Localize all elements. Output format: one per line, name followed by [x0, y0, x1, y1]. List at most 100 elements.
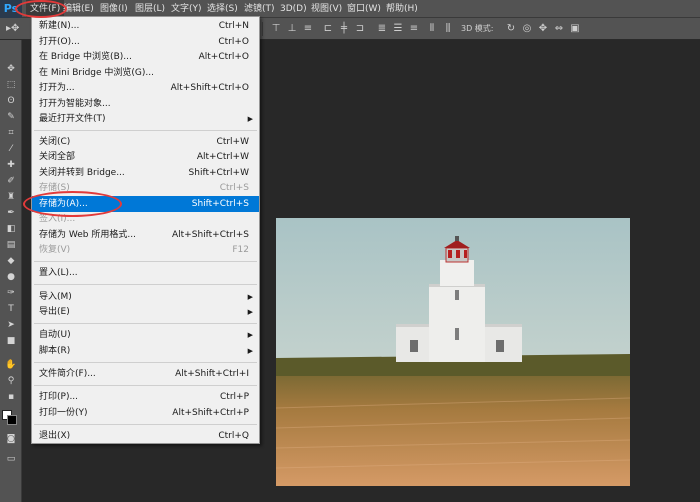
- menu-separator: [34, 261, 257, 262]
- dodge-tool-icon[interactable]: ●: [2, 270, 20, 284]
- menu-item-label: 打印一份(Y): [39, 408, 88, 418]
- menu-item-shortcut: Ctrl+P: [220, 392, 249, 402]
- menu-help[interactable]: 帮助(H): [382, 0, 422, 18]
- menu-item-shortcut: Ctrl+Q: [218, 431, 249, 441]
- menu-item-label: 在 Mini Bridge 中浏览(G)...: [39, 68, 154, 78]
- crop-tool-icon[interactable]: ⌗: [2, 126, 20, 140]
- distribute-middle-icon[interactable]: ☰: [392, 23, 404, 35]
- path-select-tool-icon[interactable]: ➤: [2, 318, 20, 332]
- menu-item-label: 恢复(V): [39, 245, 71, 255]
- menu-item-new[interactable]: 新建(N)... Ctrl+N: [32, 18, 259, 34]
- menu-item-shortcut: Alt+Shift+Ctrl+S: [172, 230, 249, 240]
- align-top-icon[interactable]: ⊤: [270, 23, 282, 35]
- submenu-arrow-icon: ▶: [247, 115, 253, 123]
- menu-item-label: 自动(U): [39, 330, 71, 340]
- healing-brush-tool-icon[interactable]: ✚: [2, 158, 20, 172]
- menu-item-import[interactable]: 导入(M) ▶: [32, 289, 259, 305]
- menu-item-shortcut: Ctrl+S: [219, 183, 249, 193]
- menu-item-close-go-bridge[interactable]: 关闭并转到 Bridge... Shift+Ctrl+W: [32, 165, 259, 181]
- menu-item-browse-bridge[interactable]: 在 Bridge 中浏览(B)... Alt+Ctrl+O: [32, 49, 259, 65]
- 3d-roll-icon[interactable]: ◎: [521, 23, 533, 35]
- menu-window[interactable]: 窗口(W): [343, 0, 385, 18]
- 3d-drag-icon[interactable]: ✥: [537, 23, 549, 35]
- menu-item-label: 在 Bridge 中浏览(B)...: [39, 52, 132, 62]
- menu-item-label: 关闭并转到 Bridge...: [39, 168, 125, 178]
- menu-item-export[interactable]: 导出(E) ▶: [32, 304, 259, 320]
- distribute-right-icon[interactable]: ⫼: [442, 23, 454, 35]
- menu-item-place[interactable]: 置入(L)...: [32, 265, 259, 281]
- submenu-arrow-icon: ▶: [247, 347, 253, 355]
- menu-item-shortcut: Alt+Ctrl+O: [198, 52, 249, 62]
- menu-item-label: 最近打开文件(T): [39, 114, 106, 124]
- options-divider: [262, 22, 263, 36]
- menu-item-exit[interactable]: 退出(X) Ctrl+Q: [32, 428, 259, 444]
- submenu-arrow-icon: ▶: [247, 293, 253, 301]
- zoom-tool-icon[interactable]: ⚲: [2, 374, 20, 388]
- menu-view[interactable]: 视图(V): [307, 0, 346, 18]
- align-bottom-icon[interactable]: ≡: [302, 23, 314, 35]
- rectangle-tool-icon[interactable]: ■: [2, 334, 20, 348]
- menu-item-close[interactable]: 关闭(C) Ctrl+W: [32, 134, 259, 150]
- eyedropper-tool-icon[interactable]: ⁄: [2, 142, 20, 156]
- menu-item-label: 打印(P)...: [39, 392, 79, 402]
- lighthouse-photo-art: [276, 218, 630, 486]
- pen-tool-icon[interactable]: ✑: [2, 286, 20, 300]
- menu-item-browse-mini-bridge[interactable]: 在 Mini Bridge 中浏览(G)...: [32, 65, 259, 81]
- menu-3d[interactable]: 3D(D): [276, 0, 311, 18]
- 3d-slide-icon[interactable]: ⇔: [553, 23, 565, 35]
- menu-item-label: 导出(E): [39, 307, 70, 317]
- menu-item-shortcut: Alt+Shift+Ctrl+O: [170, 83, 249, 93]
- marquee-tool-icon[interactable]: ⬚: [2, 78, 20, 92]
- menu-item-save-for-web[interactable]: 存储为 Web 所用格式... Alt+Shift+Ctrl+S: [32, 227, 259, 243]
- menu-item-scripts[interactable]: 脚本(R) ▶: [32, 343, 259, 359]
- history-brush-tool-icon[interactable]: ✒: [2, 206, 20, 220]
- align-right-icon[interactable]: ⊐: [354, 23, 366, 35]
- file-menu-dropdown: 新建(N)... Ctrl+N 打开(O)... Ctrl+O 在 Bridge 中…: [31, 16, 260, 444]
- menu-item-revert[interactable]: 恢复(V) F12: [32, 242, 259, 258]
- menu-item-recent-files[interactable]: 最近打开文件(T) ▶: [32, 111, 259, 127]
- menu-item-print-one-copy[interactable]: 打印一份(Y) Alt+Shift+Ctrl+P: [32, 405, 259, 421]
- menu-item-label: 打开(O)...: [39, 37, 80, 47]
- quick-select-tool-icon[interactable]: ✎: [2, 110, 20, 124]
- menu-item-open-as[interactable]: 打开为... Alt+Shift+Ctrl+O: [32, 80, 259, 96]
- align-vcenter-icon[interactable]: ⊥: [286, 23, 298, 35]
- menu-item-label: 打开为智能对象...: [39, 99, 111, 109]
- menu-separator: [34, 362, 257, 363]
- type-tool-icon[interactable]: T: [2, 302, 20, 316]
- distribute-bottom-icon[interactable]: ≡: [408, 23, 420, 35]
- menu-item-file-info[interactable]: 文件简介(F)... Alt+Shift+Ctrl+I: [32, 366, 259, 382]
- align-left-icon[interactable]: ⊏: [322, 23, 334, 35]
- screen-mode-icon[interactable]: ▭: [2, 452, 20, 466]
- align-hcenter-icon[interactable]: ╪: [338, 23, 350, 35]
- menu-item-label: 退出(X): [39, 431, 71, 441]
- hand-tool-icon[interactable]: ✋: [2, 358, 20, 372]
- menu-item-open-smart-object[interactable]: 打开为智能对象...: [32, 96, 259, 112]
- gradient-tool-icon[interactable]: ▤: [2, 238, 20, 252]
- distribute-top-icon[interactable]: ≣: [376, 23, 388, 35]
- tools-panel: ✥ ⬚ ʘ ✎ ⌗ ⁄ ✚ ✐ ♜ ✒ ◧ ▤ ◆ ● ✑ T ➤ ■ ✋ ⚲ …: [0, 40, 22, 502]
- background-color-swatch[interactable]: [7, 415, 17, 425]
- menu-item-close-all[interactable]: 关闭全部 Alt+Ctrl+W: [32, 149, 259, 165]
- menu-item-print[interactable]: 打印(P)... Ctrl+P: [32, 389, 259, 405]
- distribute-left-icon[interactable]: ⫴: [426, 23, 438, 35]
- lighthouse-photo: [276, 218, 630, 486]
- menu-item-label: 存储为 Web 所用格式...: [39, 230, 136, 240]
- blur-tool-icon[interactable]: ◆: [2, 254, 20, 268]
- default-colors-icon[interactable]: ▪: [2, 390, 20, 404]
- menu-separator: [34, 323, 257, 324]
- move-tool-icon[interactable]: ✥: [2, 62, 20, 76]
- clone-stamp-tool-icon[interactable]: ♜: [2, 190, 20, 204]
- move-tool-preset-icon[interactable]: ▸✥: [6, 23, 19, 35]
- menu-separator: [34, 424, 257, 425]
- eraser-tool-icon[interactable]: ◧: [2, 222, 20, 236]
- menu-item-automate[interactable]: 自动(U) ▶: [32, 327, 259, 343]
- menu-item-label: 脚本(R): [39, 346, 71, 356]
- menu-item-open[interactable]: 打开(O)... Ctrl+O: [32, 34, 259, 50]
- menu-separator: [34, 284, 257, 285]
- 3d-rotate-icon[interactable]: ↻: [505, 23, 517, 35]
- 3d-scale-icon[interactable]: ▣: [569, 23, 581, 35]
- menu-item-label: 置入(L)...: [39, 268, 78, 278]
- lasso-tool-icon[interactable]: ʘ: [2, 94, 20, 108]
- brush-tool-icon[interactable]: ✐: [2, 174, 20, 188]
- quick-mask-icon[interactable]: ◙: [2, 432, 20, 446]
